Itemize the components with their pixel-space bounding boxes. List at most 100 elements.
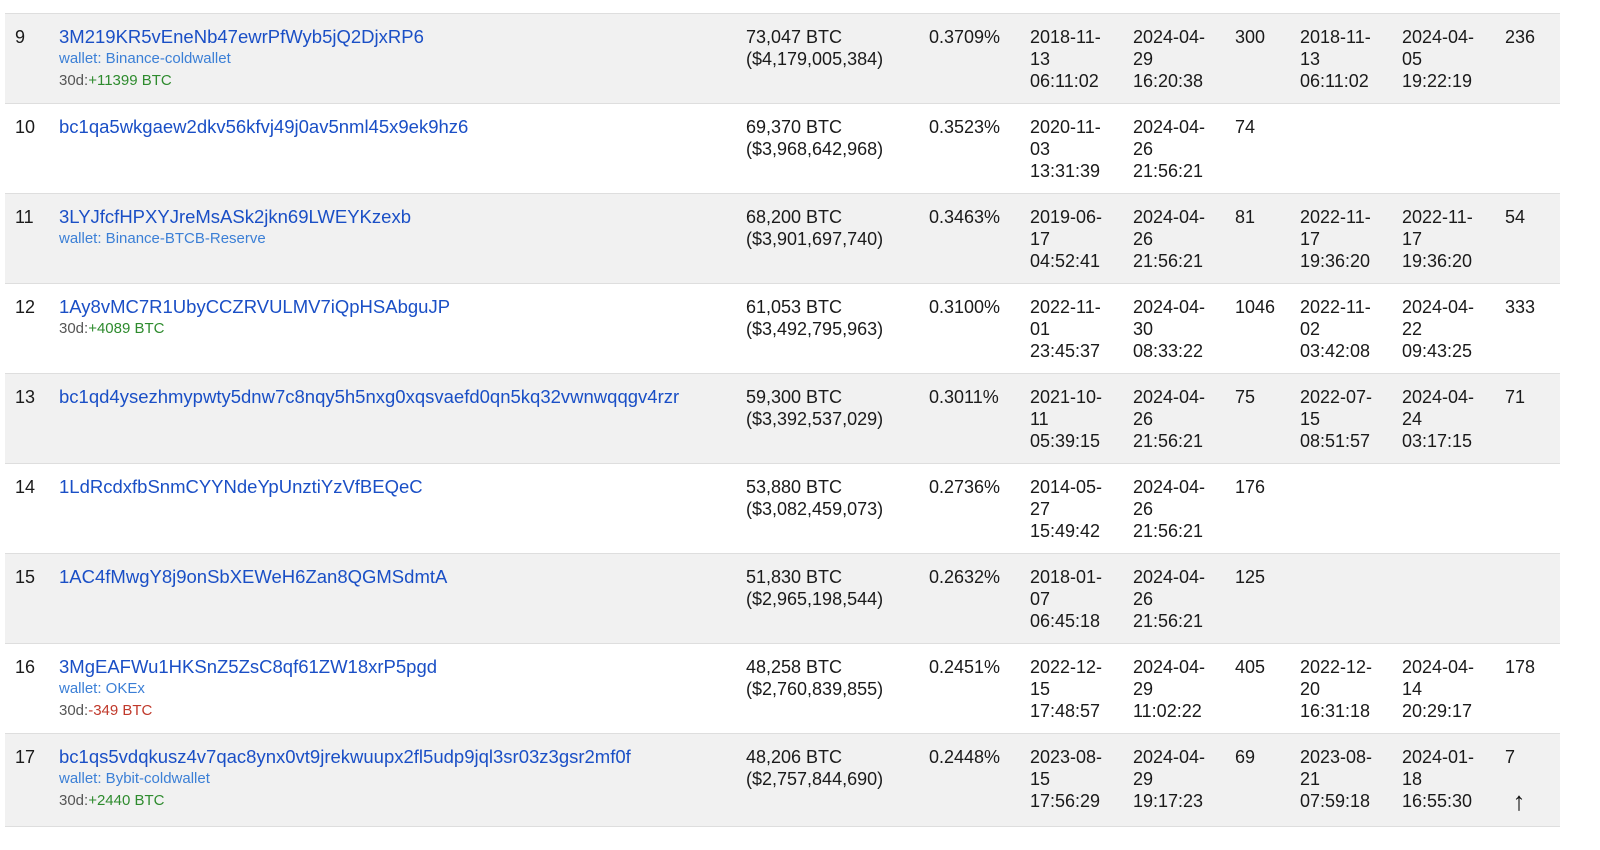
table-row: 9 3M219KR5vEneNb47ewrPfWyb5jQ2DjxRP6 walle… xyxy=(5,14,1560,104)
thirty-day-prefix: 30d: xyxy=(59,702,89,719)
balance-cell: 51,830 BTC ($2,965,198,544) xyxy=(746,567,884,609)
last-out-cell: 2024-04- 05 19:22:19 xyxy=(1402,27,1475,91)
percent-of-coins-cell: 0.2632% xyxy=(929,567,1001,587)
ins-count-cell: 1046 xyxy=(1235,297,1276,317)
balance-cell: 61,053 BTC ($3,492,795,963) xyxy=(746,297,884,339)
first-out-cell: 2023-08- 21 07:59:18 xyxy=(1300,747,1373,811)
balance-cell: 59,300 BTC ($3,392,537,029) xyxy=(746,387,884,429)
address-link[interactable]: 1LdRcdxfbSnmCYYNdeYpUnztiYzVfBEQeC xyxy=(59,476,423,498)
first-in-cell: 2019-06- 17 04:52:41 xyxy=(1030,207,1103,271)
table-row: 16 3MgEAFWu1HKSnZ5ZsC8qf61ZW18xrP5pgd wall… xyxy=(5,644,1560,734)
outs-count-cell: 333 xyxy=(1505,297,1536,317)
last-in-cell: 2024-04- 26 21:56:21 xyxy=(1133,387,1206,451)
percent-of-coins-cell: 0.2736% xyxy=(929,477,1001,497)
address-cell: bc1qa5wkgaew2dkv56kfvj49j0av5nml45x9ek9h… xyxy=(59,116,468,138)
first-out-cell: 2022-11- 17 19:36:20 xyxy=(1300,207,1371,271)
ins-count-cell: 74 xyxy=(1235,117,1256,137)
thirty-day-delta: +2440 BTC xyxy=(88,792,165,809)
last-out-cell: 2022-11- 17 19:36:20 xyxy=(1402,207,1473,271)
first-out-cell: 2022-12- 20 16:31:18 xyxy=(1300,657,1373,721)
wallet-label[interactable]: wallet: Bybit-coldwallet xyxy=(59,768,631,790)
balance-cell: 48,258 BTC ($2,760,839,855) xyxy=(746,657,884,699)
thirty-day-delta: +4089 BTC xyxy=(88,320,165,337)
last-out-cell: 2024-04- 24 03:17:15 xyxy=(1402,387,1475,451)
ins-count-cell: 75 xyxy=(1235,387,1256,407)
first-in-cell: 2018-01- 07 06:45:18 xyxy=(1030,567,1103,631)
table-top-edge xyxy=(5,0,1560,14)
wallet-label[interactable]: wallet: OKEx xyxy=(59,678,437,700)
arrow-up-icon: ↑ xyxy=(1512,785,1526,816)
last-in-cell: 2024-04- 26 21:56:21 xyxy=(1133,567,1206,631)
ins-count-cell: 300 xyxy=(1235,27,1266,47)
address-link[interactable]: bc1qd4ysezhmypwty5dnw7c8nqy5h5nxg0xqsvae… xyxy=(59,386,679,408)
table-row: 15 1AC4fMwgY8j9onSbXEWeH6Zan8QGMSdmtA 51,8… xyxy=(5,554,1560,644)
thirty-day-change: 30d:+11399 BTC xyxy=(59,70,424,92)
last-in-cell: 2024-04- 26 21:56:21 xyxy=(1133,117,1206,181)
rank-cell: 13 xyxy=(15,387,36,407)
address-cell: bc1qd4ysezhmypwty5dnw7c8nqy5h5nxg0xqsvae… xyxy=(59,386,679,408)
thirty-day-delta: -349 BTC xyxy=(88,702,153,719)
scroll-to-top-button[interactable]: ↑ xyxy=(1500,782,1538,820)
balance-cell: 48,206 BTC ($2,757,844,690) xyxy=(746,747,884,789)
percent-of-coins-cell: 0.3709% xyxy=(929,27,1001,47)
thirty-day-delta: +11399 BTC xyxy=(88,72,172,89)
address-cell: 3MgEAFWu1HKSnZ5ZsC8qf61ZW18xrP5pgd wallet… xyxy=(59,656,437,722)
thirty-day-change: 30d:+2440 BTC xyxy=(59,790,631,812)
last-out-cell: 2024-04- 22 09:43:25 xyxy=(1402,297,1475,361)
ins-count-cell: 405 xyxy=(1235,657,1266,677)
rank-cell: 9 xyxy=(15,27,26,47)
last-in-cell: 2024-04- 30 08:33:22 xyxy=(1133,297,1206,361)
first-in-cell: 2020-11- 03 13:31:39 xyxy=(1030,117,1101,181)
rank-cell: 10 xyxy=(15,117,36,137)
percent-of-coins-cell: 0.3011% xyxy=(929,387,999,407)
address-cell: 1Ay8vMC7R1UbyCCZRVULMV7iQpHSAbguJP 30d:+4… xyxy=(59,296,450,340)
table-row: 12 1Ay8vMC7R1UbyCCZRVULMV7iQpHSAbguJP 30d:… xyxy=(5,284,1560,374)
address-link[interactable]: 1AC4fMwgY8j9onSbXEWeH6Zan8QGMSdmtA xyxy=(59,566,447,588)
address-link[interactable]: 3MgEAFWu1HKSnZ5ZsC8qf61ZW18xrP5pgd xyxy=(59,656,437,678)
table-row: 14 1LdRcdxfbSnmCYYNdeYpUnztiYzVfBEQeC 53,8… xyxy=(5,464,1560,554)
percent-of-coins-cell: 0.3463% xyxy=(929,207,1001,227)
ins-count-cell: 125 xyxy=(1235,567,1266,587)
first-in-cell: 2014-05- 27 15:49:42 xyxy=(1030,477,1103,541)
wallet-label[interactable]: wallet: Binance-coldwallet xyxy=(59,48,424,70)
percent-of-coins-cell: 0.2451% xyxy=(929,657,1001,677)
address-link[interactable]: 1Ay8vMC7R1UbyCCZRVULMV7iQpHSAbguJP xyxy=(59,296,450,318)
address-link[interactable]: bc1qa5wkgaew2dkv56kfvj49j0av5nml45x9ek9h… xyxy=(59,116,468,138)
wallet-label[interactable]: wallet: Binance-BTCB-Reserve xyxy=(59,228,411,250)
balance-cell: 68,200 BTC ($3,901,697,740) xyxy=(746,207,884,249)
percent-of-coins-cell: 0.2448% xyxy=(929,747,1001,767)
address-cell: 1LdRcdxfbSnmCYYNdeYpUnztiYzVfBEQeC xyxy=(59,476,423,498)
rank-cell: 17 xyxy=(15,747,36,767)
percent-of-coins-cell: 0.3100% xyxy=(929,297,1001,317)
address-cell: 3M219KR5vEneNb47ewrPfWyb5jQ2DjxRP6 wallet… xyxy=(59,26,424,92)
last-in-cell: 2024-04- 29 16:20:38 xyxy=(1133,27,1206,91)
address-cell: 1AC4fMwgY8j9onSbXEWeH6Zan8QGMSdmtA xyxy=(59,566,447,588)
rich-list-table: 9 3M219KR5vEneNb47ewrPfWyb5jQ2DjxRP6 walle… xyxy=(5,0,1560,827)
outs-count-cell: 7 xyxy=(1505,747,1516,767)
first-in-cell: 2022-12- 15 17:48:57 xyxy=(1030,657,1103,721)
address-link[interactable]: bc1qs5vdqkusz4v7qac8ynx0vt9jrekwuupx2fl5… xyxy=(59,746,631,768)
address-link[interactable]: 3M219KR5vEneNb47ewrPfWyb5jQ2DjxRP6 xyxy=(59,26,424,48)
ins-count-cell: 81 xyxy=(1235,207,1256,227)
table-row: 13 bc1qd4ysezhmypwty5dnw7c8nqy5h5nxg0xqsv… xyxy=(5,374,1560,464)
first-in-cell: 2021-10- 11 05:39:15 xyxy=(1030,387,1103,451)
last-in-cell: 2024-04- 29 19:17:23 xyxy=(1133,747,1206,811)
outs-count-cell: 71 xyxy=(1505,387,1526,407)
last-out-cell: 2024-04- 14 20:29:17 xyxy=(1402,657,1475,721)
rank-cell: 11 xyxy=(15,207,34,227)
first-in-cell: 2018-11- 13 06:11:02 xyxy=(1030,27,1101,91)
table-row: 17 bc1qs5vdqkusz4v7qac8ynx0vt9jrekwuupx2f… xyxy=(5,734,1560,827)
rank-cell: 14 xyxy=(15,477,36,497)
last-out-cell: 2024-01- 18 16:55:30 xyxy=(1402,747,1475,811)
rank-cell: 16 xyxy=(15,657,36,677)
percent-of-coins-cell: 0.3523% xyxy=(929,117,1001,137)
outs-count-cell: 236 xyxy=(1505,27,1536,47)
address-link[interactable]: 3LYJfcfHPXYJreMsASk2jkn69LWEYKzexb xyxy=(59,206,411,228)
thirty-day-prefix: 30d: xyxy=(59,72,89,89)
first-out-cell: 2022-07- 15 08:51:57 xyxy=(1300,387,1373,451)
rank-cell: 12 xyxy=(15,297,36,317)
ins-count-cell: 176 xyxy=(1235,477,1266,497)
address-cell: 3LYJfcfHPXYJreMsASk2jkn69LWEYKzexb wallet… xyxy=(59,206,411,250)
rank-cell: 15 xyxy=(15,567,36,587)
ins-count-cell: 69 xyxy=(1235,747,1256,767)
